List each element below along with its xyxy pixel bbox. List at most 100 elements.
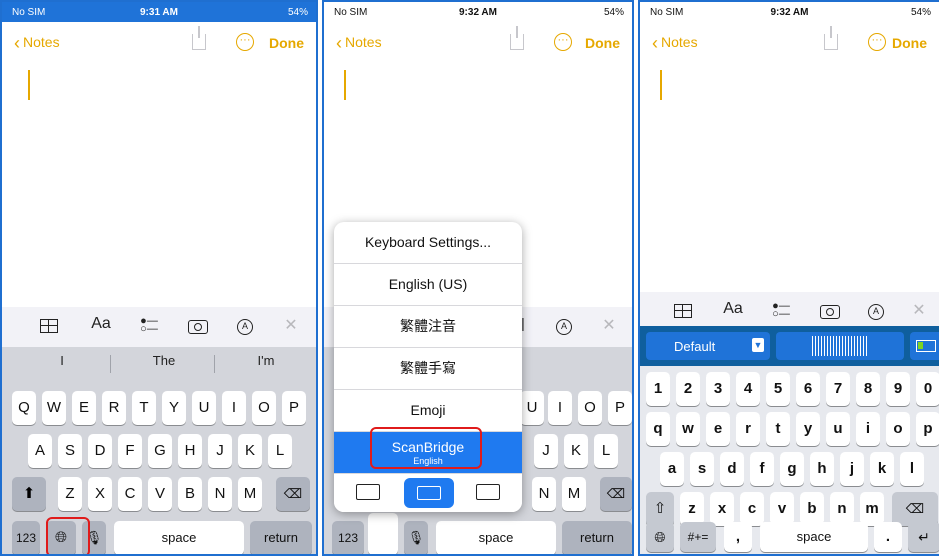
scanner-battery-button[interactable] <box>910 332 939 360</box>
globe-key-pressed[interactable] <box>368 513 398 554</box>
key-l[interactable]: L <box>268 434 292 468</box>
back-button[interactable]: ‹ Notes <box>336 33 382 54</box>
space-key[interactable]: space <box>760 522 868 552</box>
more-icon[interactable]: ··· <box>236 33 254 51</box>
key-p[interactable]: P <box>282 391 306 425</box>
share-icon[interactable] <box>510 26 524 50</box>
done-button[interactable]: Done <box>269 35 304 51</box>
key-1[interactable]: 1 <box>646 372 670 406</box>
suggestion[interactable]: The <box>122 353 206 368</box>
key-n[interactable]: N <box>208 477 232 511</box>
key-m[interactable]: M <box>238 477 262 511</box>
key-m[interactable]: M <box>562 477 586 511</box>
key-e[interactable]: E <box>72 391 96 425</box>
share-icon[interactable] <box>192 26 206 50</box>
delete-icon[interactable]: ⌫ <box>276 477 310 511</box>
key-z[interactable]: z <box>680 492 704 526</box>
keyboard-left-icon[interactable] <box>356 484 380 500</box>
key-0[interactable]: 0 <box>916 372 939 406</box>
shift-icon[interactable]: ⇧ <box>646 492 674 526</box>
menu-item-keyboard-settings[interactable]: Keyboard Settings... <box>334 222 522 264</box>
table-icon[interactable] <box>674 304 692 318</box>
key-e[interactable]: e <box>706 412 730 446</box>
key-a[interactable]: A <box>28 434 52 468</box>
shift-icon[interactable]: ⬆ <box>12 477 46 511</box>
key-p[interactable]: P <box>608 391 632 425</box>
key-q[interactable]: q <box>646 412 670 446</box>
suggestion[interactable]: I'm <box>224 353 308 368</box>
menu-item-emoji[interactable]: Emoji <box>334 390 522 432</box>
markup-icon[interactable]: A <box>868 304 884 320</box>
key-o[interactable]: O <box>252 391 276 425</box>
key-w[interactable]: W <box>42 391 66 425</box>
key-b[interactable]: b <box>800 492 824 526</box>
key-6[interactable]: 6 <box>796 372 820 406</box>
key-f[interactable]: F <box>118 434 142 468</box>
key-j[interactable]: j <box>840 452 864 486</box>
key-l[interactable]: L <box>594 434 618 468</box>
format-text-button[interactable]: Aa <box>88 315 114 333</box>
profile-dropdown[interactable]: Default ▼ <box>646 332 770 360</box>
comma-key[interactable]: , <box>724 522 752 552</box>
more-icon[interactable]: ··· <box>868 33 886 51</box>
key-s[interactable]: S <box>58 434 82 468</box>
key-v[interactable]: V <box>148 477 172 511</box>
menu-item-zhuyin[interactable]: 繁體注音 <box>334 306 522 348</box>
delete-icon[interactable]: ⌫ <box>892 492 938 526</box>
key-2[interactable]: 2 <box>676 372 700 406</box>
key-k[interactable]: k <box>870 452 894 486</box>
key-h[interactable]: H <box>178 434 202 468</box>
camera-icon[interactable] <box>820 305 840 319</box>
format-text-button[interactable]: Aa <box>720 300 746 318</box>
return-icon[interactable]: ↵ <box>908 522 939 552</box>
key-8[interactable]: 8 <box>856 372 880 406</box>
key-j[interactable]: J <box>208 434 232 468</box>
delete-icon[interactable]: ⌫ <box>600 477 632 511</box>
key-w[interactable]: w <box>676 412 700 446</box>
return-key[interactable]: return <box>562 521 632 554</box>
key-i[interactable]: i <box>856 412 880 446</box>
key-q[interactable]: Q <box>12 391 36 425</box>
suggestion[interactable]: I <box>22 353 102 368</box>
markup-icon[interactable]: A <box>556 319 572 335</box>
checklist-icon[interactable]: ●— ○— <box>136 316 162 335</box>
back-button[interactable]: ‹ Notes <box>652 33 698 54</box>
key-3[interactable]: 3 <box>706 372 730 406</box>
period-key[interactable]: . <box>874 522 902 552</box>
more-icon[interactable]: ··· <box>554 33 572 51</box>
key-k[interactable]: K <box>238 434 262 468</box>
done-button[interactable]: Done <box>585 35 620 51</box>
key-n[interactable]: n <box>830 492 854 526</box>
close-icon[interactable]: ✕ <box>906 300 932 320</box>
key-m[interactable]: m <box>860 492 884 526</box>
key-o[interactable]: o <box>886 412 910 446</box>
key-y[interactable]: y <box>796 412 820 446</box>
key-i[interactable]: I <box>548 391 572 425</box>
keyboard-full-button[interactable] <box>404 478 454 508</box>
space-key[interactable]: space <box>436 521 556 554</box>
key-j[interactable]: J <box>534 434 558 468</box>
key-d[interactable]: d <box>720 452 744 486</box>
globe-icon[interactable]: 🌐︎ <box>646 522 674 552</box>
menu-item-english-us[interactable]: English (US) <box>334 264 522 306</box>
key-u[interactable]: U <box>192 391 216 425</box>
key-r[interactable]: R <box>102 391 126 425</box>
key-7[interactable]: 7 <box>826 372 850 406</box>
key-k[interactable]: K <box>564 434 588 468</box>
microphone-icon[interactable]: 🎙︎ <box>404 521 428 554</box>
numbers-key[interactable]: 123 <box>12 521 40 554</box>
key-g[interactable]: g <box>780 452 804 486</box>
key-x[interactable]: x <box>710 492 734 526</box>
key-t[interactable]: T <box>132 391 156 425</box>
share-icon[interactable] <box>824 26 838 50</box>
key-n[interactable]: N <box>532 477 556 511</box>
key-c[interactable]: c <box>740 492 764 526</box>
symbols-key[interactable]: #+= <box>680 522 716 552</box>
key-p[interactable]: p <box>916 412 939 446</box>
close-icon[interactable]: ✕ <box>596 315 622 335</box>
menu-item-handwriting[interactable]: 繁體手寫 <box>334 348 522 390</box>
key-l[interactable]: l <box>900 452 924 486</box>
close-icon[interactable]: ✕ <box>278 315 304 335</box>
key-b[interactable]: B <box>178 477 202 511</box>
key-4[interactable]: 4 <box>736 372 760 406</box>
